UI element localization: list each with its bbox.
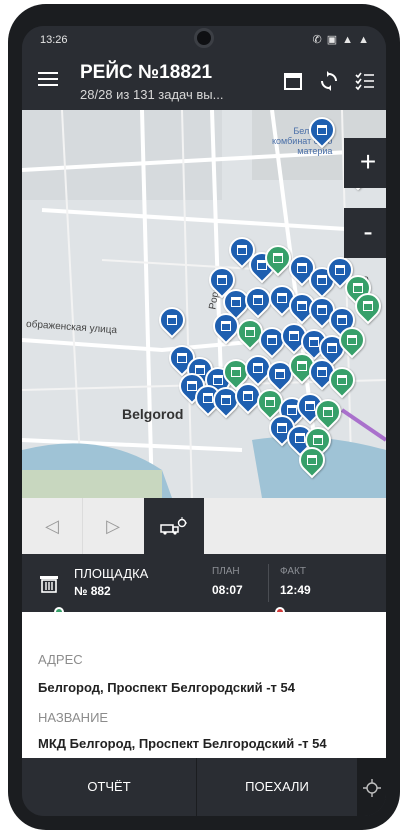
bin-marker-icon (231, 367, 241, 377)
next-tab-button[interactable]: ▷ (82, 498, 143, 554)
bin-marker-icon (275, 369, 285, 379)
bin-marker-icon (297, 361, 307, 371)
bin-marker-icon (177, 353, 187, 363)
bin-marker-icon (217, 275, 227, 285)
truck-locate-icon (160, 517, 187, 535)
bin-icon (38, 572, 60, 600)
bin-marker-icon (307, 455, 317, 465)
site-info-bar: ПЛОЩАДКА № 882 ПЛАН 08:07 ФАКТ 12:49 (22, 554, 386, 617)
address-label: АДРЕС (38, 652, 83, 667)
bin-marker-icon (305, 401, 315, 411)
bin-marker-icon (265, 397, 275, 407)
bin-marker-icon (277, 293, 287, 303)
address-value: Белгород, Проспект Белгородский -т 54 (38, 680, 295, 695)
bin-marker-icon (221, 321, 231, 331)
bin-marker-icon (317, 275, 327, 285)
bin-marker-icon (317, 305, 327, 315)
bin-marker-icon (253, 295, 263, 305)
plan-label: ПЛАН (212, 566, 240, 577)
fact-value: 12:49 (280, 583, 311, 597)
fact-label: ФАКТ (280, 566, 306, 577)
name-label: НАЗВАНИЕ (38, 710, 109, 725)
status-bar: 13:26 ✆ ▣ ▲ ▲ (22, 26, 386, 54)
site-title: ПЛОЩАДКА (74, 566, 149, 581)
bin-marker-icon (267, 335, 277, 345)
checklist-icon[interactable] (354, 70, 376, 92)
page-subtitle: 28/28 из 131 задач вы... (80, 87, 224, 102)
vehicle-location-tab[interactable] (144, 498, 204, 554)
bin-marker-icon (309, 337, 319, 347)
phone-frame: 13:26 ✆ ▣ ▲ ▲ РЕЙС №18821 28/28 из 131 з… (8, 4, 400, 830)
bin-marker-icon (203, 393, 213, 403)
bin-marker-icon (317, 367, 327, 377)
bin-marker-icon (335, 265, 345, 275)
bin-marker-icon (273, 253, 283, 263)
bin-marker-icon (289, 331, 299, 341)
bin-marker-icon (245, 327, 255, 337)
bottom-action-bar: ОТЧЁТ ПОЕХАЛИ (22, 758, 386, 816)
bin-marker-icon (363, 301, 373, 311)
bin-marker-icon (253, 363, 263, 373)
bin-marker-icon (297, 263, 307, 273)
bin-marker-icon (337, 315, 347, 325)
site-number: № 882 (74, 584, 111, 598)
bin-marker-icon (167, 315, 177, 325)
bin-marker-icon (187, 381, 197, 391)
bin-marker-icon (323, 407, 333, 417)
bin-marker-icon (337, 375, 347, 385)
bin-marker-icon (313, 435, 323, 445)
site-details: АДРЕС Белгород, Проспект Белгородский -т… (22, 612, 386, 758)
bin-marker-icon (327, 343, 337, 353)
bin-marker-icon (213, 375, 223, 385)
app-bar: РЕЙС №18821 28/28 из 131 задач вы... (22, 54, 386, 110)
divider (268, 564, 269, 602)
menu-icon[interactable] (38, 72, 58, 86)
prev-tab-button[interactable]: ◁ (22, 498, 82, 554)
screen: 13:26 ✆ ▣ ▲ ▲ РЕЙС №18821 28/28 из 131 з… (22, 26, 386, 816)
go-button[interactable]: ПОЕХАЛИ (197, 758, 357, 816)
locate-button[interactable] (358, 758, 386, 816)
bin-marker-icon (317, 125, 327, 135)
page-title: РЕЙС №18821 (80, 62, 213, 83)
status-time: 13:26 (40, 34, 68, 46)
zoom-in-button[interactable]: + (344, 138, 386, 188)
bin-marker-icon (353, 283, 363, 293)
crosshair-icon (363, 778, 381, 797)
bin-marker-icon (297, 301, 307, 311)
bin-marker-icon (243, 391, 253, 401)
bin-marker-icon (287, 405, 297, 415)
map-view[interactable]: Белгород комбинат стро материа Popov St … (22, 110, 386, 498)
city-label: Belgorod (122, 406, 184, 422)
bin-marker-icon (221, 395, 231, 405)
report-button[interactable]: ОТЧЁТ (22, 758, 196, 816)
bin-marker-icon (277, 423, 287, 433)
bin-marker-icon (237, 245, 247, 255)
bin-marker-icon (231, 297, 241, 307)
plan-value: 08:07 (212, 583, 243, 597)
sync-icon[interactable] (318, 70, 340, 92)
bin-marker-icon (347, 335, 357, 345)
name-value: МКД Белгород, Проспект Белгородский -т 5… (38, 736, 327, 751)
calendar-icon[interactable] (282, 70, 304, 92)
camera-cutout (194, 28, 214, 48)
status-icons: ✆ ▣ ▲ ▲ (312, 34, 370, 46)
bin-marker-icon (295, 433, 305, 443)
zoom-out-button[interactable]: - (344, 208, 386, 258)
nav-tabs: ◁ ▷ (22, 498, 386, 554)
